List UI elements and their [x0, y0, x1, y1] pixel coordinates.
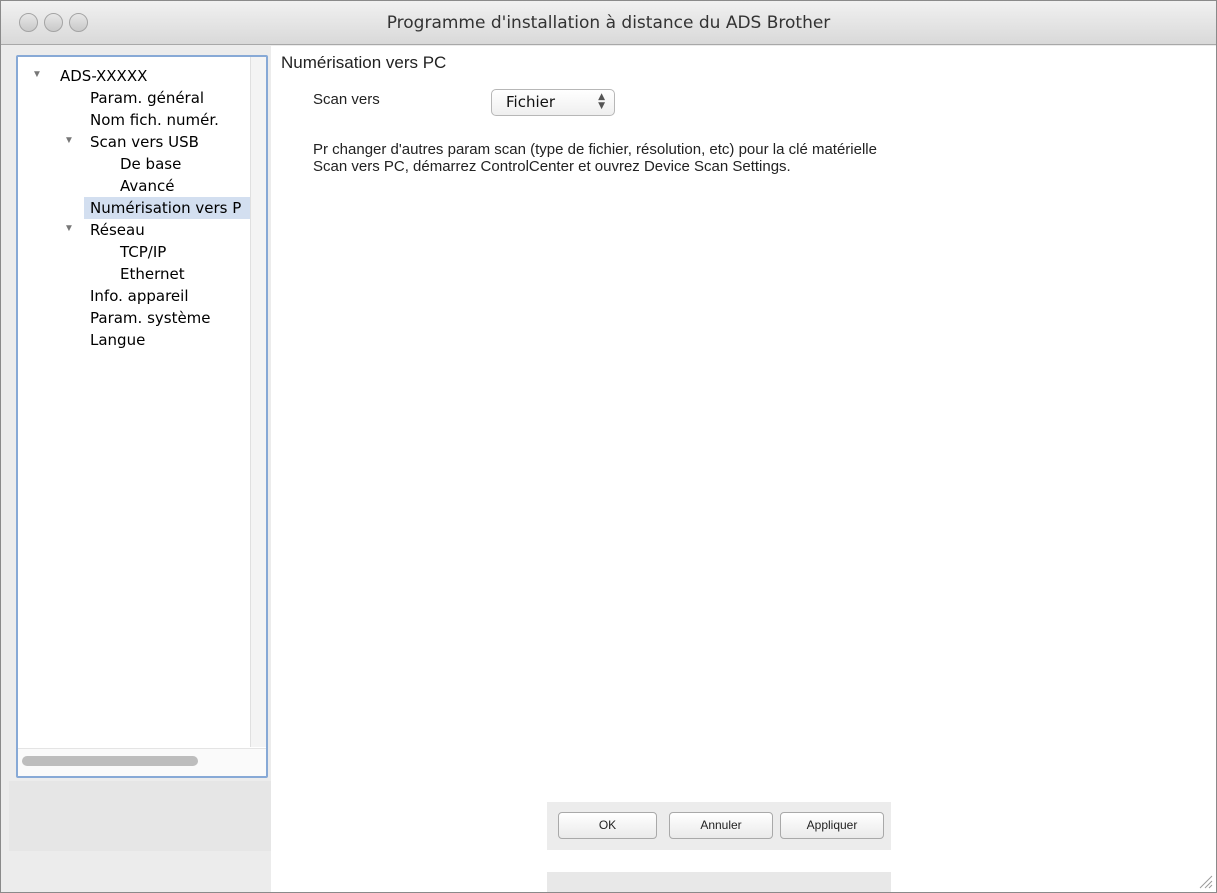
sidebar-item-label: Réseau [90, 221, 145, 239]
scan-to-label: Scan vers [313, 91, 380, 108]
sidebar-item-label: Langue [90, 331, 146, 349]
sidebar-item[interactable]: Scan vers USB [90, 131, 199, 153]
sidebar-item[interactable]: Param. général [90, 87, 204, 109]
sidebar-tree-panel: ▼ ADS-XXXXX Param. général Nom fich. numér.… [16, 55, 268, 778]
disclosure-triangle-icon[interactable]: ▼ [64, 131, 74, 151]
button-bar: OK Annuler Appliquer [547, 802, 891, 850]
sidebar-item-label: Numérisation vers P [90, 199, 242, 217]
ok-button[interactable]: OK [558, 812, 657, 839]
sidebar-item-label: Info. appareil [90, 287, 189, 305]
sidebar-item-label: De base [120, 155, 182, 173]
info-text: Pr changer d'autres param scan (type de … [313, 141, 1073, 175]
disclosure-triangle-icon[interactable]: ▼ [32, 65, 42, 85]
sidebar-item-label: Param. général [90, 89, 205, 107]
sidebar-item[interactable]: Réseau [90, 219, 145, 241]
sidebar-item-label: Avancé [120, 177, 175, 195]
sidebar-item[interactable]: Langue [90, 329, 145, 351]
resize-grip-icon[interactable] [1197, 873, 1213, 889]
cancel-button[interactable]: Annuler [669, 812, 773, 839]
sidebar-vertical-scrollbar[interactable] [250, 57, 266, 747]
bottom-strip [547, 872, 891, 892]
sidebar-item[interactable]: TCP/IP [120, 241, 166, 263]
scrollbar-thumb[interactable] [22, 756, 198, 766]
sidebar-item-label: Scan vers USB [90, 133, 199, 151]
info-line: Scan vers PC, démarrez ControlCenter et … [313, 158, 791, 175]
sidebar-horizontal-scrollbar[interactable] [18, 748, 266, 776]
sidebar-item-label: Param. système [90, 309, 211, 327]
sidebar-item-label: Nom fich. numér. [90, 111, 219, 129]
sidebar-item[interactable]: Numérisation vers P [84, 197, 250, 219]
info-line: Pr changer d'autres param scan (type de … [313, 141, 877, 158]
sidebar-item[interactable]: Param. système [90, 307, 211, 329]
scan-to-value: Fichier [506, 93, 556, 111]
app-window: Programme d'installation à distance du A… [0, 0, 1217, 893]
scan-to-select[interactable]: Fichier ▲ ▼ [491, 89, 615, 116]
sidebar-item[interactable]: Nom fich. numér. [90, 109, 219, 131]
title-bar: Programme d'installation à distance du A… [1, 1, 1216, 45]
sidebar-footer [9, 781, 271, 851]
page-title: Numérisation vers PC [281, 53, 447, 72]
sidebar-item[interactable]: De base [120, 153, 181, 175]
sidebar-item[interactable]: Info. appareil [90, 285, 189, 307]
main-panel: Numérisation vers PC Scan vers Fichier ▲… [271, 46, 1216, 892]
disclosure-triangle-icon[interactable]: ▼ [64, 219, 74, 239]
apply-button[interactable]: Appliquer [780, 812, 884, 839]
sidebar-item[interactable]: Avancé [120, 175, 174, 197]
sidebar-item[interactable]: ADS-XXXXX [60, 65, 147, 87]
chevron-up-down-icon: ▲ ▼ [598, 92, 605, 111]
sidebar-item-label: ADS-XXXXX [60, 67, 148, 85]
window-title: Programme d'installation à distance du A… [386, 13, 831, 33]
sidebar-item-label: TCP/IP [120, 243, 167, 261]
sidebar-item[interactable]: Ethernet [120, 263, 185, 285]
sidebar-item-label: Ethernet [120, 265, 185, 283]
settings-tree: ▼ ADS-XXXXX Param. général Nom fich. numér.… [18, 57, 250, 747]
